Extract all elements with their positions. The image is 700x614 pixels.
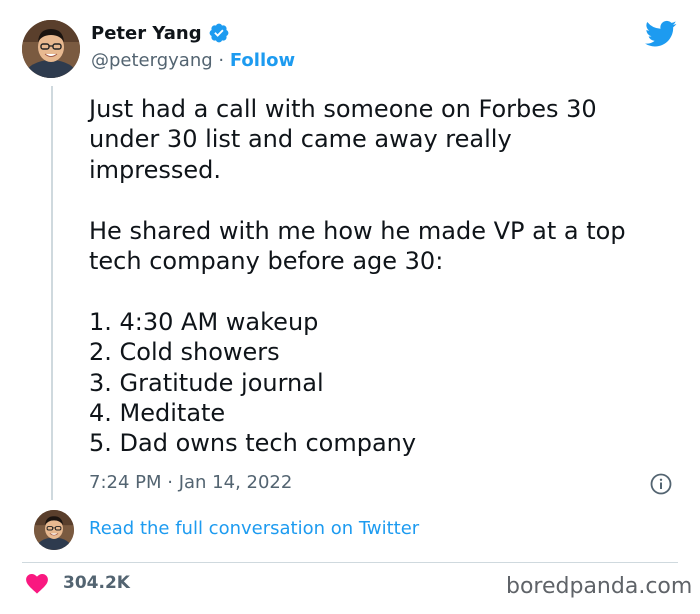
tweet-line: Just had a call with someone on Forbes 3… <box>89 95 597 123</box>
thread-connector-line <box>51 86 53 500</box>
follow-button[interactable]: Follow <box>230 50 295 71</box>
tweet-line: impressed. <box>89 155 222 184</box>
tweet-body: Just had a call with someone on Forbes 3… <box>89 94 679 459</box>
heart-icon[interactable] <box>26 574 48 594</box>
author-name-row: Peter Yang <box>91 22 230 44</box>
twitter-bird-icon[interactable] <box>645 20 677 48</box>
handle-separator: · <box>212 50 230 71</box>
tweet-list-item: 2. Cold showers <box>89 338 280 367</box>
tweet-line: under 30 list and came away really <box>89 125 512 154</box>
info-icon[interactable] <box>650 473 672 495</box>
author-handle[interactable]: @petergyang <box>91 50 213 71</box>
author-display-name[interactable]: Peter Yang <box>91 23 202 44</box>
tweet-list-item: 5. Dad owns tech company <box>89 429 417 458</box>
tweet-timestamp[interactable]: 7:24 PM · Jan 14, 2022 <box>89 472 292 493</box>
like-count[interactable]: 304.2K <box>63 573 130 593</box>
tweet-line: tech company before age 30: <box>89 247 444 276</box>
author-avatar[interactable] <box>22 20 80 78</box>
tweet-list-item: 4. Meditate <box>89 399 226 428</box>
conversation-avatar <box>34 510 74 550</box>
watermark-text: boredpanda.com <box>506 574 693 599</box>
author-handle-row: @petergyang · Follow <box>91 50 295 71</box>
tweet-list-item: 1. 4:30 AM wakeup <box>89 307 319 336</box>
verified-badge-icon <box>209 23 228 43</box>
tweet-list-item: 3. Gratitude journal <box>89 368 324 397</box>
read-full-conversation-link[interactable]: Read the full conversation on Twitter <box>89 518 419 539</box>
divider <box>22 562 678 563</box>
tweet-line: He shared with me how he made VP at a to… <box>89 216 626 245</box>
